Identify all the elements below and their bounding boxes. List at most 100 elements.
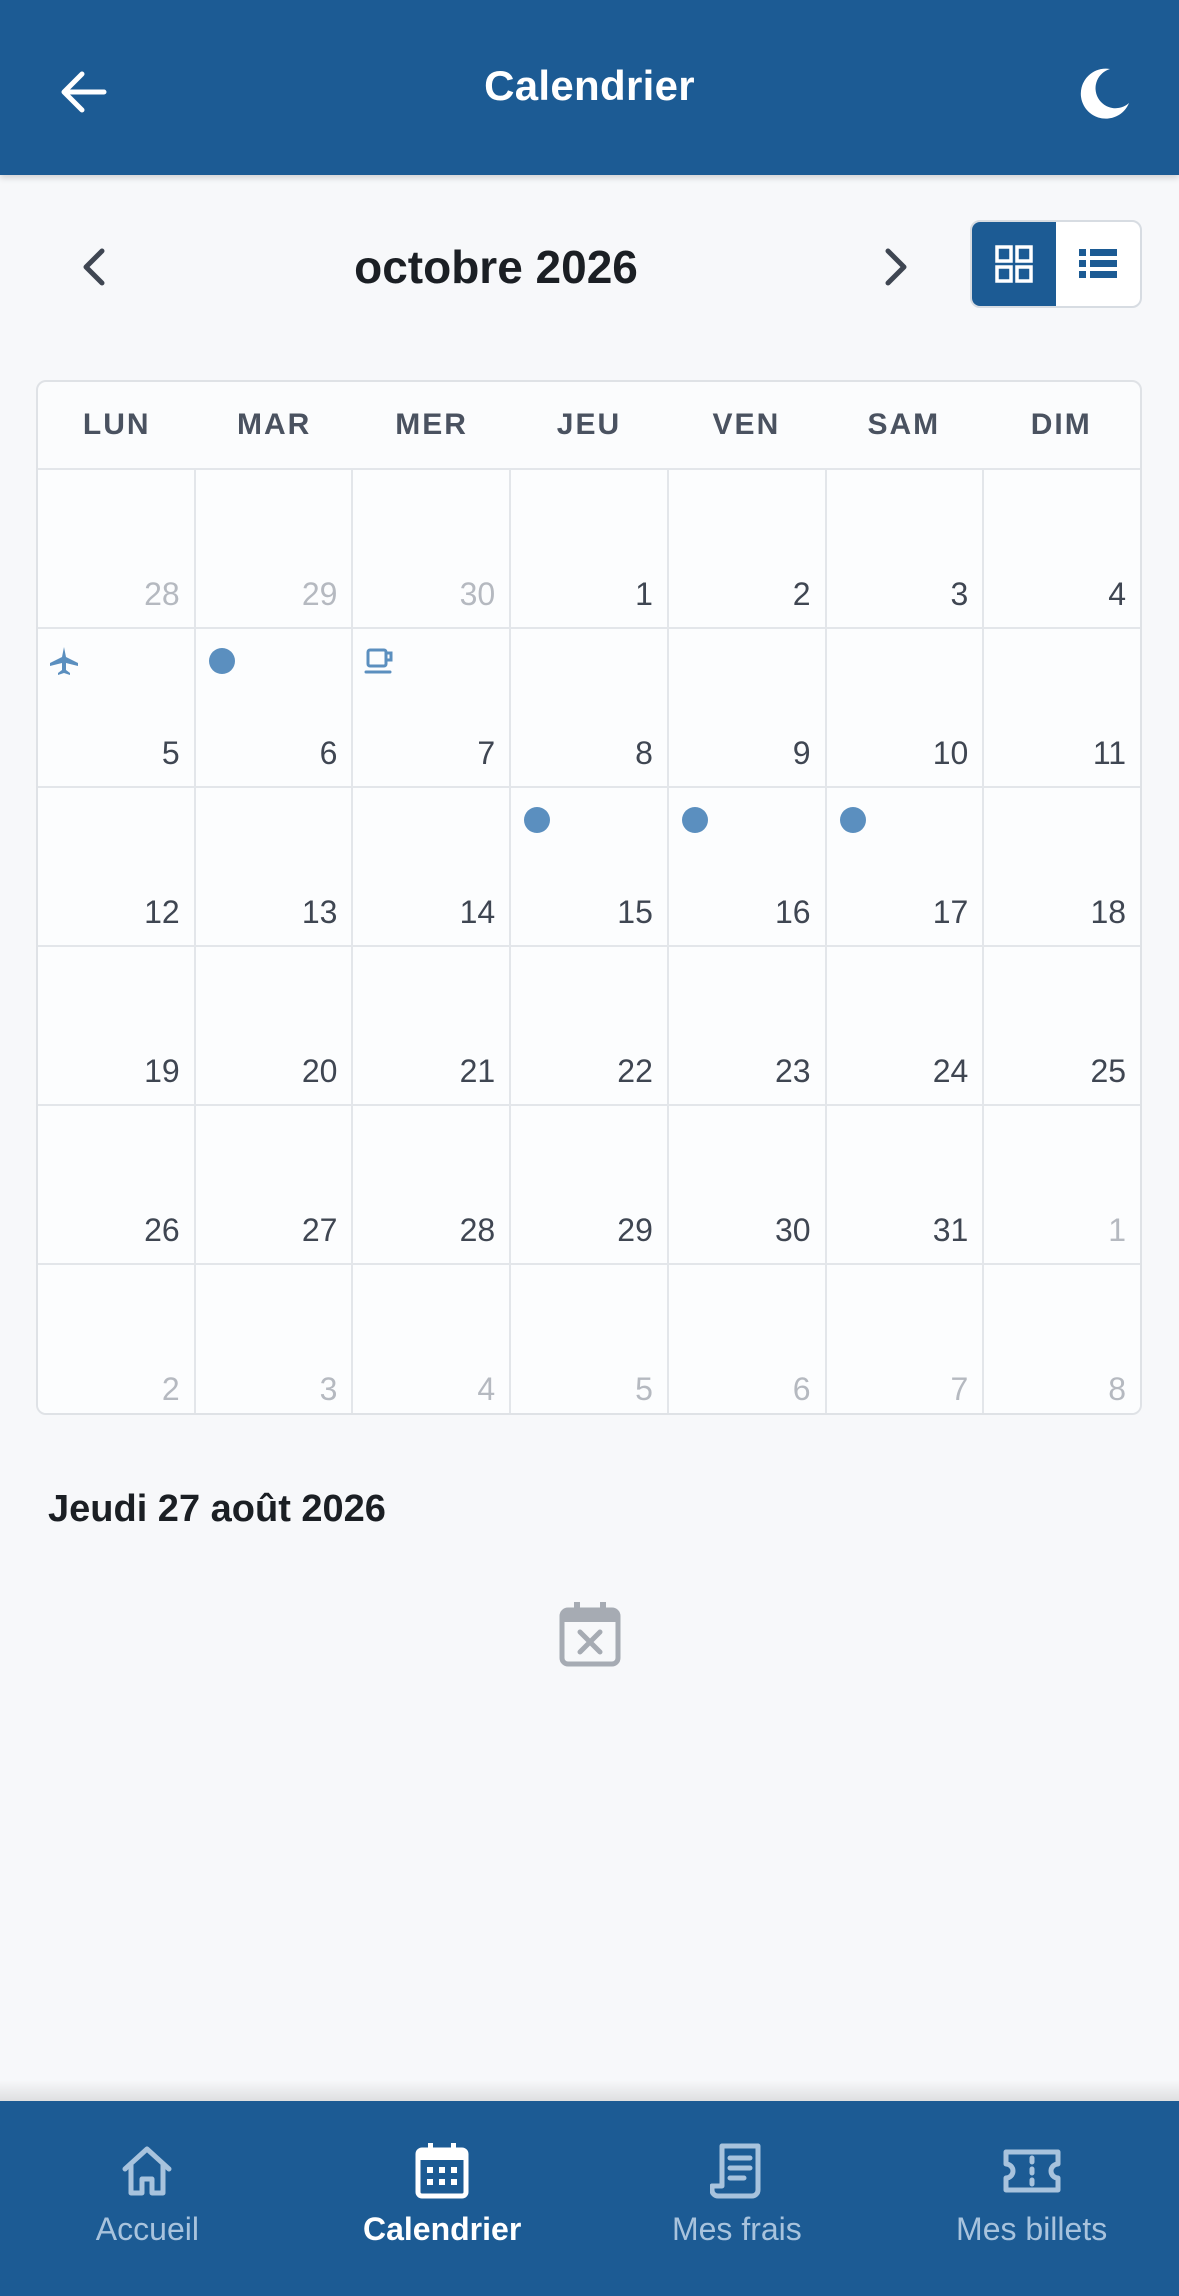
calendar-week-row: 12 13 14 15 16 17 18 [38,788,1140,947]
calendar-icon [415,2143,469,2199]
day-number: 24 [932,1053,969,1089]
day-number: 20 [301,1053,338,1089]
day-number: 27 [301,1212,338,1248]
month-label: octobre 2026 [354,241,638,293]
day-number: 25 [1090,1053,1127,1089]
grid-view-button[interactable] [972,222,1056,306]
calendar-day-cell[interactable]: 30 [668,1106,827,1263]
calendar-day-cell[interactable]: 25 [984,947,1140,1104]
event-dot [835,802,871,838]
calendar-day-cell[interactable]: 8 [984,1265,1140,1413]
calendar-day-cell[interactable]: 29 [195,470,354,627]
calendar-weeks: 28 29 30 1 2 3 4 5 6 7 8 9 10 11 12 13 14 15 16 17 18 19 20 21 2… [38,470,1140,1413]
moon-icon [1080,68,1129,119]
weekday-label: MER [395,408,468,441]
calendar-day-cell[interactable]: 18 [984,788,1140,945]
tab-calendrier[interactable]: Calendrier [295,2101,590,2296]
tab-label: Mes frais [671,2211,802,2247]
calendar-grid: LUN MAR MER JEU VEN SAM DIM 28 29 30 1 2 3 4 5 6… [36,380,1142,1415]
calendar-day-cell[interactable]: 30 [353,470,512,627]
next-month-button[interactable] [870,242,920,292]
day-number: 7 [950,1371,969,1407]
calendar-day-cell[interactable]: 12 [38,788,196,945]
calendar-day-cell[interactable]: 19 [38,947,196,1104]
calendar-day-cell[interactable]: 2 [668,470,827,627]
day-number: 13 [301,894,338,930]
calendar-week-row: 28 29 30 1 2 3 4 [38,470,1140,629]
tab-accueil[interactable]: Accueil [0,2101,295,2296]
list-view-button[interactable] [1056,222,1140,306]
grid-icon [995,245,1033,283]
plane-icon [46,643,82,679]
day-number: 30 [459,576,496,612]
calendar-day-cell[interactable]: 5 [511,1265,669,1413]
calendar-day-cell[interactable]: 6 [195,629,354,786]
calendar-day-cell[interactable]: 28 [353,1106,512,1263]
day-number: 6 [792,1371,811,1407]
day-number: 9 [792,735,811,771]
weekday-label: VEN [712,408,781,441]
calendar-day-cell[interactable]: 27 [195,1106,354,1263]
calendar-day-cell[interactable]: 3 [195,1265,354,1413]
calendar-day-cell[interactable]: 7 [826,1265,985,1413]
calendar-day-cell[interactable]: 4 [984,470,1140,627]
bottom-nav-shadow [0,2080,1179,2101]
day-number: 5 [161,735,180,771]
day-number: 22 [617,1053,653,1089]
list-icon [1079,249,1117,278]
calendar-day-cell[interactable]: 23 [668,947,827,1104]
day-number: 8 [1108,1371,1127,1407]
calendar-day-cell[interactable]: 1 [984,1106,1140,1263]
tab-label: Calendrier [362,2211,522,2247]
calendar-day-cell[interactable]: 6 [668,1265,827,1413]
day-number: 10 [932,735,969,771]
day-number: 14 [459,894,496,930]
calendar-day-cell[interactable]: 9 [668,629,827,786]
day-number: 5 [635,1371,653,1407]
day-number: 7 [477,735,496,771]
day-number: 18 [1090,894,1127,930]
calendar-week-row: 26 27 28 29 30 31 1 [38,1106,1140,1265]
calendar-day-cell[interactable]: 1 [511,470,669,627]
calendar-day-cell[interactable]: 2 [38,1265,196,1413]
calendar-day-cell[interactable]: 4 [353,1265,512,1413]
weekday-label: DIM [1030,408,1092,441]
calendar-day-cell[interactable]: 24 [826,947,985,1104]
calendar-day-cell[interactable]: 26 [38,1106,196,1263]
calendar-day-cell[interactable]: 22 [511,947,669,1104]
calendar-day-cell[interactable]: 7 [353,629,512,786]
day-number: 6 [319,735,338,771]
tab-mes-frais[interactable]: Mes frais [590,2101,885,2296]
theme-toggle-button[interactable] [1069,58,1139,128]
calendar-day-cell[interactable]: 31 [826,1106,985,1263]
ticket-icon [1003,2149,1061,2193]
calendar-day-cell[interactable]: 17 [826,788,985,945]
calendar-day-cell[interactable]: 21 [353,947,512,1104]
previous-month-button[interactable] [70,242,120,292]
day-number: 1 [1108,1212,1127,1248]
calendar-day-cell[interactable]: 15 [511,788,669,945]
event-dot [677,802,713,838]
view-mode-toggle [970,220,1142,308]
calendar-day-cell[interactable]: 11 [984,629,1140,786]
event-dot [519,802,555,838]
month-navigation: octobre 2026 [0,220,1179,310]
calendar-day-cell[interactable]: 16 [668,788,827,945]
day-number: 19 [144,1053,180,1089]
calendar-day-cell[interactable]: 14 [353,788,512,945]
calendar-day-cell[interactable]: 13 [195,788,354,945]
calendar-day-cell[interactable]: 29 [511,1106,669,1263]
calendar-day-cell[interactable]: 3 [826,470,985,627]
calendar-week-row: 2 3 4 5 6 7 8 [38,1265,1140,1413]
weekday-label: MAR [236,408,312,441]
tab-mes-billets[interactable]: Mes billets [884,2101,1179,2296]
calendar-day-cell[interactable]: 10 [826,629,985,786]
calendar-day-cell[interactable]: 28 [38,470,196,627]
calendar-day-cell[interactable]: 5 [38,629,196,786]
calendar-day-cell[interactable]: 20 [195,947,354,1104]
calendar-day-cell[interactable]: 8 [511,629,669,786]
app-bar: Calendrier [0,0,1179,175]
selected-date-label: Jeudi 27 août 2026 [48,1488,386,1530]
event-dot [204,643,240,679]
day-number: 21 [459,1053,496,1089]
